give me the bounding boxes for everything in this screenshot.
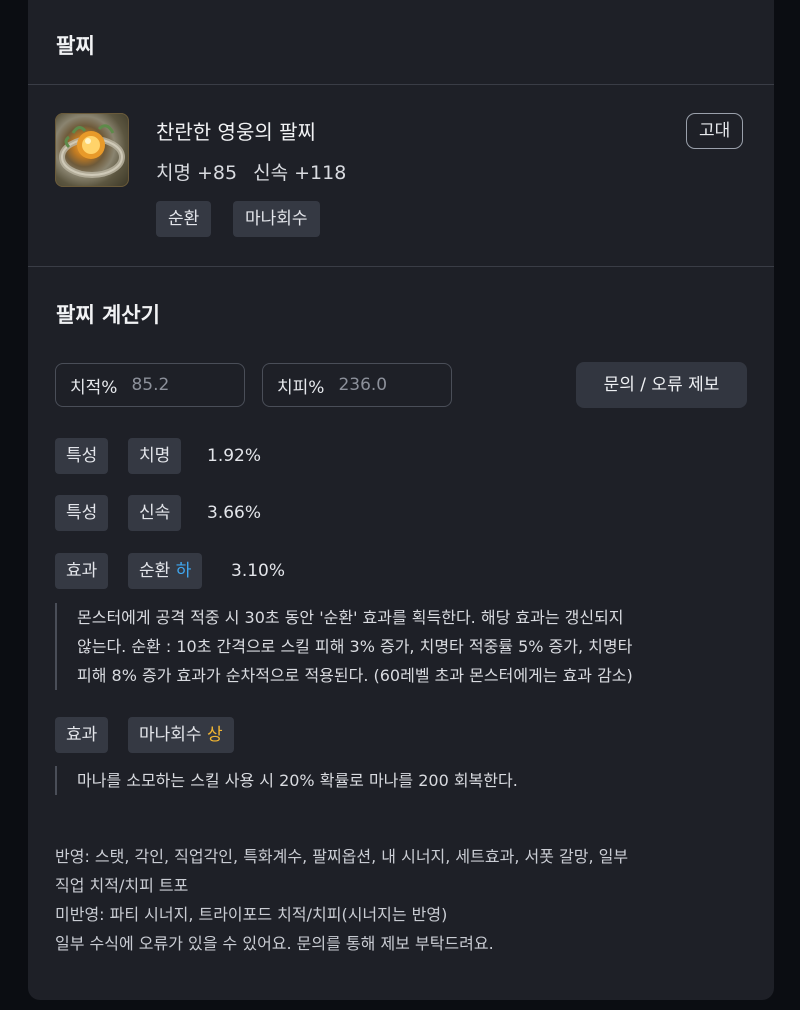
- bracelet-item-icon: [55, 113, 129, 187]
- desc-line: 몬스터에게 공격 적중 시 30초 동안 '순환' 효과를 획득한다. 해당 효…: [77, 608, 624, 627]
- effect-description: 몬스터에게 공격 적중 시 30초 동안 '순환' 효과를 획득한다. 해당 효…: [55, 603, 633, 690]
- divider: [28, 84, 774, 85]
- crit-dmg-label: 치피%: [277, 377, 325, 398]
- grade-badge: 고대: [686, 113, 744, 149]
- crit-rate-input[interactable]: [131, 375, 222, 395]
- item-tag: 순환: [156, 201, 212, 237]
- desc-line: 피해 8% 증가 효과가 순차적으로 적용된다. (60레벨 초과 몬스터에게는…: [77, 666, 633, 685]
- row-type-chip: 효과: [55, 553, 109, 589]
- note-line: 미반영: 파티 시너지, 트라이포드 치적/치피(시너지는 반영): [55, 905, 448, 924]
- notes: 반영: 스탯, 각인, 직업각인, 특화계수, 팔찌옵션, 내 시너지, 세트효…: [55, 842, 628, 958]
- report-button[interactable]: 문의 / 오류 제보: [576, 362, 747, 408]
- desc-line: 마나를 소모하는 스킬 사용 시 20% 확률로 마나를 200 회복한다.: [77, 771, 518, 790]
- desc-line: 않는다. 순환 : 10초 간격으로 스킬 피해 3% 증가, 치명타 적중률 …: [77, 637, 633, 656]
- effect-description: 마나를 소모하는 스킬 사용 시 20% 확률로 마나를 200 회복한다.: [55, 766, 518, 795]
- row-name-chip: 마나회수 상: [128, 717, 234, 753]
- row-value: 3.10%: [231, 561, 286, 581]
- row-type-chip: 효과: [55, 717, 109, 753]
- effect-grade: 상: [206, 725, 223, 745]
- note-line: 반영: 스탯, 각인, 직업각인, 특화계수, 팔찌옵션, 내 시너지, 세트효…: [55, 847, 629, 866]
- item-name: 찬란한 영웅의 팔찌: [156, 120, 316, 144]
- row-value: 1.92%: [207, 446, 262, 466]
- crit-rate-field[interactable]: 치적%: [55, 363, 245, 407]
- note-line: 직업 치적/치피 트포: [55, 876, 189, 895]
- row-type-chip: 특성: [55, 495, 109, 531]
- section-title-calculator: 팔찌 계산기: [56, 303, 160, 327]
- effect-name: 마나회수: [139, 725, 202, 745]
- crit-dmg-input[interactable]: [338, 375, 429, 395]
- note-line: 일부 수식에 오류가 있을 수 있어요. 문의를 통해 제보 부탁드려요.: [55, 934, 494, 953]
- divider: [28, 266, 774, 267]
- bracelet-card: 팔찌 찬란한 영웅의 팔찌 치명 +85 신속 +118 고대 순환 마나회수 팔…: [28, 0, 774, 1000]
- section-title-bracelet: 팔찌: [56, 34, 95, 58]
- row-value: 3.66%: [207, 503, 262, 523]
- item-stat-crit: 치명 +85: [156, 162, 238, 184]
- effect-name: 순환: [139, 561, 171, 581]
- row-name-chip: 순환 하: [128, 553, 203, 589]
- item-stat-swift: 신속 +118: [253, 162, 347, 184]
- crit-dmg-field[interactable]: 치피%: [262, 363, 452, 407]
- crit-rate-label: 치적%: [70, 377, 118, 398]
- effect-grade: 하: [175, 561, 192, 581]
- item-stats: 치명 +85 신속 +118: [156, 158, 362, 185]
- row-name-chip: 신속: [128, 495, 182, 531]
- row-name-chip: 치명: [128, 438, 182, 474]
- row-type-chip: 특성: [55, 438, 109, 474]
- item-tag: 마나회수: [233, 201, 320, 237]
